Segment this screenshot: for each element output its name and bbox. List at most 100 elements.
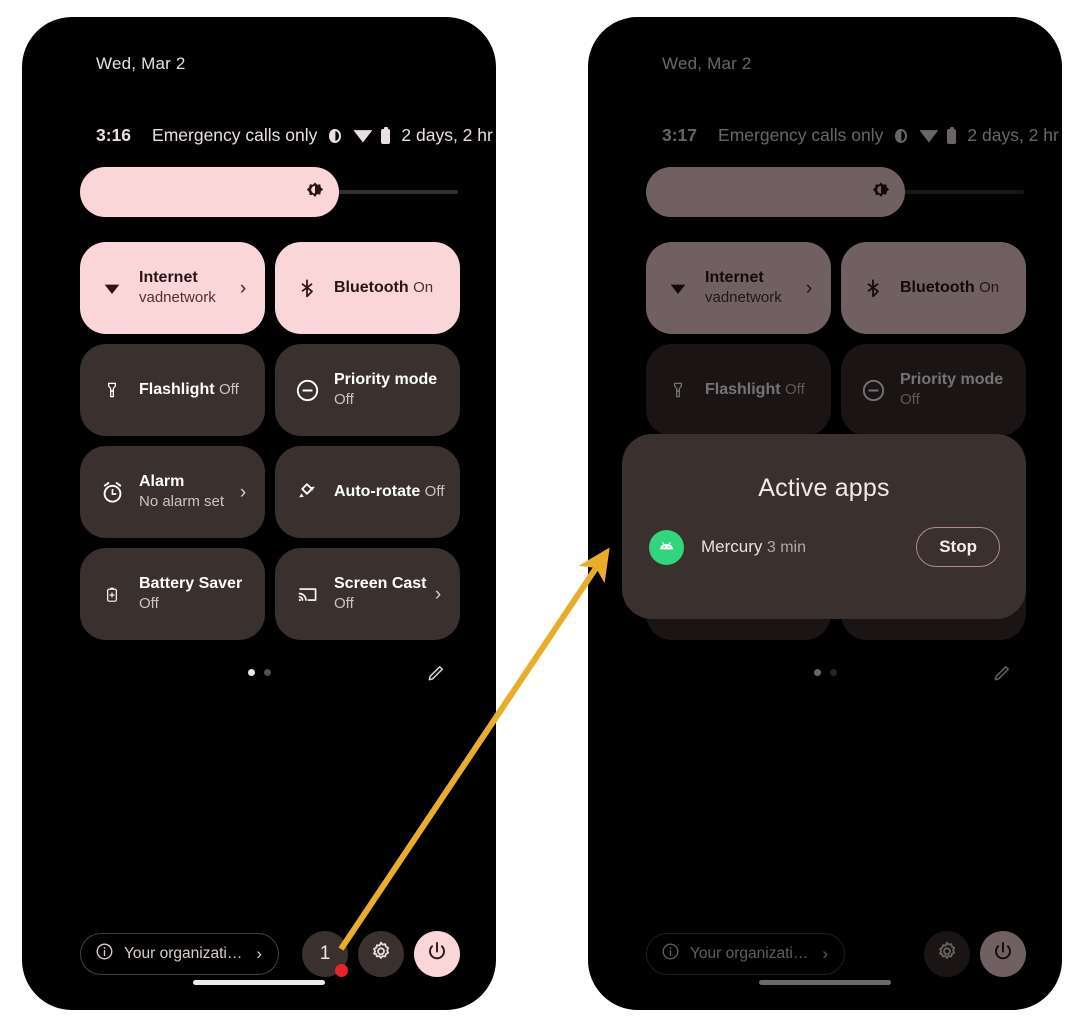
footer-buttons (924, 931, 1026, 977)
tile-label: Priority mode (334, 371, 438, 389)
tile-state: On (979, 279, 1000, 296)
tile-label: Internet (705, 269, 764, 287)
organization-chip[interactable]: Your organizati… › (80, 933, 280, 975)
brightness-fill (80, 167, 339, 217)
chevron-right-icon: › (822, 944, 829, 963)
tile-auto-rotate[interactable]: Auto-rotate Off (275, 446, 460, 538)
footer-bar: Your organizati… › 1 (80, 931, 460, 977)
chevron-right-icon[interactable]: › (801, 279, 817, 298)
power-icon (991, 940, 1015, 969)
cast-icon (293, 580, 321, 608)
gear-icon (935, 940, 959, 969)
tile-internet[interactable]: Internet vadnetwork › (646, 242, 831, 334)
tile-alarm[interactable]: Alarm No alarm set › (80, 446, 265, 538)
tile-flashlight[interactable]: Flashlight Off (646, 344, 831, 436)
page-dot-1[interactable] (813, 669, 821, 676)
tile-label: Priority mode (900, 371, 1004, 389)
footer-bar: Your organizati… › (646, 931, 1026, 977)
tile-screen-cast[interactable]: Screen Cast Off › (275, 548, 460, 640)
battery-remaining-label: 2 days, 2 hr (401, 125, 493, 145)
brightness-slider[interactable] (646, 167, 1024, 217)
navigation-handle[interactable] (193, 980, 325, 985)
tile-label: Flashlight (705, 381, 781, 398)
phone-right: Wed, Mar 2 3:17 Emergency calls only 2 d… (588, 17, 1062, 1010)
status-time: 3:17 (662, 125, 698, 145)
tile-state: Off (334, 391, 354, 409)
pencil-icon[interactable] (426, 663, 446, 683)
battery-icon (947, 127, 957, 144)
tile-label: Bluetooth (900, 279, 975, 296)
battery-saver-icon (98, 580, 126, 608)
power-button[interactable] (980, 931, 1026, 977)
phone-left: Wed, Mar 2 3:16 Emergency calls only 2 d… (22, 17, 496, 1010)
carrier-label: Emergency calls only (718, 125, 884, 145)
wifi-icon (664, 274, 692, 302)
tile-state: Off (424, 483, 445, 500)
settings-button[interactable] (924, 931, 970, 977)
date-label: Wed, Mar 2 (662, 54, 752, 73)
battery-remaining-label: 2 days, 2 hr (967, 125, 1059, 145)
tile-bluetooth[interactable]: Bluetooth On (841, 242, 1026, 334)
battery-icon (381, 127, 391, 144)
page-dot-1[interactable] (247, 669, 255, 676)
power-button[interactable] (414, 931, 460, 977)
vibrate-icon (892, 127, 910, 145)
info-icon (661, 942, 680, 966)
footer-buttons: 1 (302, 931, 460, 977)
minus-circle-icon (859, 376, 887, 404)
carrier-label: Emergency calls only (152, 125, 318, 145)
tile-internet[interactable]: Internet vadnetwork › (80, 242, 265, 334)
active-apps-button[interactable]: 1 (302, 931, 348, 977)
tile-label: Screen Cast (334, 575, 427, 593)
stop-button[interactable]: Stop (916, 527, 1000, 567)
flashlight-icon (98, 376, 126, 404)
brightness-slider[interactable] (80, 167, 458, 217)
pencil-icon[interactable] (992, 663, 1012, 683)
tile-state: Off (900, 391, 920, 409)
tile-flashlight[interactable]: Flashlight Off (80, 344, 265, 436)
active-apps-dialog: Active apps Mercury 3 min Stop (622, 434, 1026, 619)
tile-battery-saver[interactable]: Battery Saver Off (80, 548, 265, 640)
tile-state: Off (785, 381, 805, 398)
vibrate-icon (326, 127, 344, 145)
tile-label: Auto-rotate (334, 483, 421, 500)
organization-label: Your organizati… (690, 945, 809, 962)
android-app-icon (649, 529, 684, 565)
page-indicator (588, 669, 1062, 676)
date-label: Wed, Mar 2 (96, 54, 186, 73)
wifi-icon (98, 274, 126, 302)
bluetooth-icon (859, 274, 887, 302)
brightness-fill (646, 167, 905, 217)
status-bar: 3:17 Emergency calls only 2 days, 2 hr (662, 125, 1059, 146)
tile-label: Flashlight (139, 381, 215, 398)
chevron-right-icon: › (256, 944, 263, 963)
page-dot-2[interactable] (829, 669, 837, 676)
flashlight-icon (664, 376, 692, 404)
notification-dot (335, 964, 348, 977)
tile-priority-mode[interactable]: Priority mode Off (841, 344, 1026, 436)
navigation-handle[interactable] (759, 980, 891, 985)
chevron-right-icon[interactable]: › (235, 483, 251, 502)
quick-settings-screen-right: Wed, Mar 2 3:17 Emergency calls only 2 d… (588, 17, 1062, 1010)
chevron-right-icon[interactable]: › (430, 585, 446, 604)
power-icon (425, 940, 449, 969)
screenshot-stage: Wed, Mar 2 3:16 Emergency calls only 2 d… (0, 0, 1080, 1027)
brightness-icon (870, 181, 892, 203)
alarm-icon (98, 478, 126, 506)
chevron-right-icon[interactable]: › (235, 279, 251, 298)
tile-bluetooth[interactable]: Bluetooth On (275, 242, 460, 334)
quick-settings-screen-left: Wed, Mar 2 3:16 Emergency calls only 2 d… (22, 17, 496, 1010)
tile-priority-mode[interactable]: Priority mode Off (275, 344, 460, 436)
tile-label: Alarm (139, 473, 185, 491)
tile-state: On (413, 279, 434, 296)
settings-button[interactable] (358, 931, 404, 977)
dialog-title: Active apps (758, 474, 890, 502)
organization-chip[interactable]: Your organizati… › (646, 933, 846, 975)
brightness-icon (304, 181, 326, 203)
tile-state: vadnetwork (139, 289, 216, 307)
page-indicator (22, 669, 496, 676)
minus-circle-icon (293, 376, 321, 404)
page-dot-2[interactable] (263, 669, 271, 676)
info-icon (95, 942, 114, 966)
tile-state: No alarm set (139, 493, 225, 511)
